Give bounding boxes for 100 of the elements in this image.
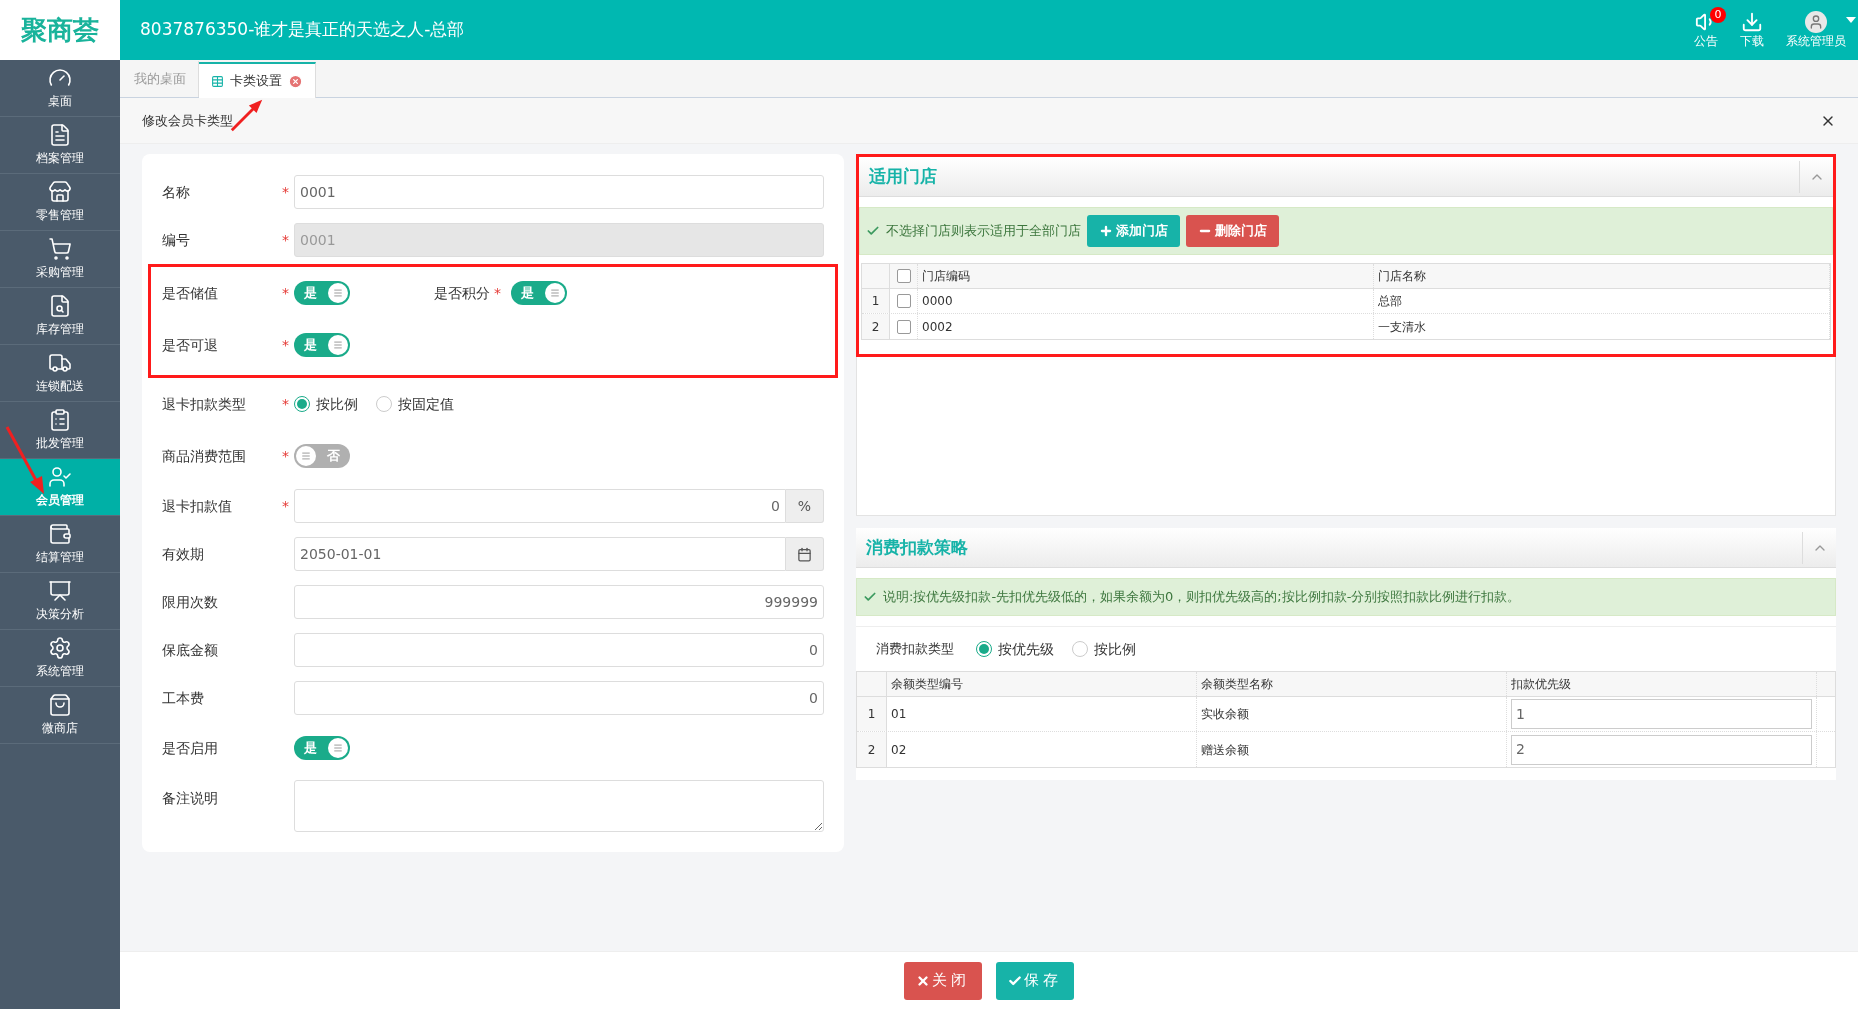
row-number: 1	[862, 289, 890, 313]
count-badge: 0	[1710, 7, 1726, 23]
field-label: 退卡扣款类型	[162, 394, 247, 414]
notice-text: 说明:按优先级扣款-先扣优先级低的，如果余额为0，则扣优先级高的;按比例扣款-分别按照扣款比例进行扣款。	[883, 588, 1521, 607]
close-icon	[916, 973, 930, 988]
field-label: 名称	[162, 182, 191, 202]
table-cell: 01	[887, 697, 1197, 731]
required-mark: *	[282, 335, 289, 355]
sidebar-item[interactable]: 库存管理	[0, 288, 120, 345]
notice-text: 不选择门店则表示适用于全部门店	[886, 222, 1081, 241]
column-header: 门店编码	[918, 264, 1374, 288]
toggle-knob	[328, 283, 348, 303]
required-mark: *	[282, 446, 289, 466]
close-tab-icon	[288, 73, 303, 89]
panel-title: 消费扣款策略	[865, 535, 968, 559]
calendar-button[interactable]	[786, 537, 824, 571]
column-header: 余额类型名称	[1197, 672, 1507, 696]
required-mark: *	[282, 182, 289, 202]
field-label: 限用次数	[162, 592, 219, 612]
field-label: 有效期	[162, 544, 205, 564]
sidebar-item[interactable]: 连锁配送	[0, 345, 120, 402]
plus-icon	[1099, 224, 1113, 238]
toggle-text: 是	[521, 284, 534, 303]
field-label: 是否积分	[434, 283, 490, 303]
bag-icon	[48, 693, 72, 717]
sidebar-item[interactable]: 采购管理	[0, 231, 120, 288]
field-label: 是否启用	[162, 738, 219, 758]
priority-input[interactable]: 1	[1511, 699, 1812, 729]
sidebar-item[interactable]: 零售管理	[0, 174, 120, 231]
sidebar-item[interactable]: 系统管理	[0, 630, 120, 687]
row-number: 2	[857, 732, 887, 767]
input-field[interactable]: 0	[294, 489, 786, 523]
row-number: 1	[857, 697, 887, 731]
row-checkbox[interactable]	[896, 319, 911, 334]
field-label: 编号	[162, 230, 191, 250]
input-field[interactable]: 0001	[294, 175, 824, 209]
radio-label: 按比例	[316, 394, 358, 414]
column-header: 余额类型编号	[887, 672, 1197, 696]
page-title: 8037876350-谁才是真正的天选之人-总部	[140, 18, 465, 42]
radio-label: 按优先级	[998, 639, 1054, 659]
close-button[interactable]: 关闭	[904, 961, 982, 1000]
delete-store-button[interactable]: 删除门店	[1186, 215, 1279, 247]
truck-icon	[48, 351, 72, 375]
settings-icon	[48, 636, 72, 660]
toggle-knob	[296, 446, 316, 466]
clipboard-icon	[48, 408, 72, 432]
sidebar-item[interactable]: 微商店	[0, 687, 120, 744]
store-icon	[48, 180, 72, 204]
required-mark: *	[494, 283, 501, 303]
unit-addon: %	[786, 489, 824, 523]
cart-icon	[48, 237, 72, 261]
field-label: 工本费	[162, 688, 205, 708]
column-header: 门店名称	[1374, 264, 1830, 288]
field-label: 备注说明	[162, 789, 219, 808]
panel-title: 适用门店	[868, 164, 937, 188]
field-label: 商品消费范围	[162, 446, 247, 466]
table-cell: 一支清水	[1374, 314, 1830, 339]
field-label: 保底金额	[162, 640, 219, 660]
chart-board-icon	[48, 579, 72, 603]
sidebar-item[interactable]: 结算管理	[0, 516, 120, 573]
select-all-checkbox[interactable]	[896, 269, 911, 283]
table-cell: 0002	[918, 314, 1374, 339]
priority-input[interactable]: 2	[1511, 734, 1812, 765]
toggle-knob	[328, 738, 348, 758]
input-field[interactable]: 0	[294, 681, 824, 715]
logo: 聚商荟	[21, 13, 99, 47]
required-mark: *	[282, 394, 289, 414]
radio-label: 按固定值	[398, 394, 454, 414]
menu-label: 下载	[1740, 33, 1764, 49]
table-cell: 赠送余额	[1197, 732, 1507, 767]
toggle-text: 是	[304, 336, 317, 355]
menu-label: 系统管理员	[1786, 33, 1846, 49]
sidebar-item[interactable]: 决策分析	[0, 573, 120, 630]
radio-button[interactable]	[1072, 641, 1088, 657]
field-label: 消费扣款类型	[876, 640, 954, 659]
column-header: 扣款优先级	[1507, 672, 1817, 696]
document-search-icon	[48, 294, 72, 318]
field-label: 退卡扣款值	[162, 496, 233, 516]
date-field[interactable]: 2050-01-01	[294, 537, 786, 571]
toggle-text: 是	[304, 284, 317, 303]
row-checkbox[interactable]	[896, 294, 911, 308]
dialog-title: 修改会员卡类型	[142, 111, 233, 130]
toggle-knob	[328, 335, 348, 355]
toggle-text: 否	[327, 447, 340, 466]
check-icon	[863, 590, 877, 604]
toggle-text: 是	[304, 739, 317, 758]
sidebar-item[interactable]: 档案管理	[0, 117, 120, 174]
menu-label: 公告	[1694, 33, 1718, 49]
required-mark: *	[282, 283, 289, 303]
calendar-icon	[797, 546, 812, 562]
table-cell: 0000	[918, 289, 1374, 313]
tab[interactable]: 卡类设置	[199, 62, 316, 98]
check-icon	[1008, 973, 1022, 988]
input-field[interactable]: 999999	[294, 585, 824, 619]
table-icon	[211, 74, 224, 88]
download-icon	[1741, 11, 1763, 33]
toggle-knob	[545, 283, 565, 303]
row-number: 2	[862, 314, 890, 339]
radio-button[interactable]	[376, 396, 392, 412]
input-field[interactable]: 0	[294, 633, 824, 667]
